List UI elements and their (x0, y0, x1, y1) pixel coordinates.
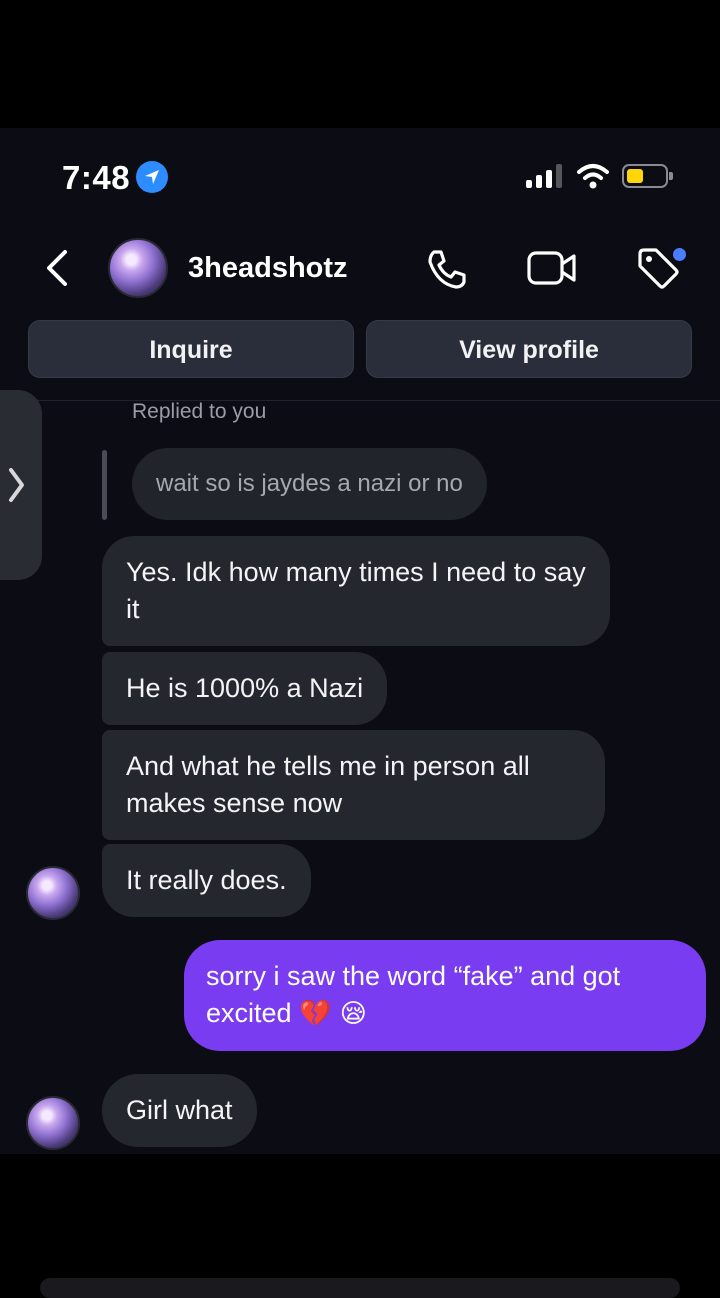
sender-avatar[interactable] (26, 1096, 80, 1150)
chat-header: 3headshotz (0, 228, 720, 318)
chat-screen: 7:48 3headshotz Inquire View profile Rep… (0, 128, 720, 1154)
notification-dot (671, 246, 688, 263)
next-screen-edge (40, 1278, 680, 1298)
phone-icon[interactable] (424, 246, 470, 292)
location-arrow-icon (136, 161, 168, 193)
message-bubble[interactable]: And what he tells me in person all makes… (102, 730, 605, 840)
outgoing-message-text: sorry i saw the word “fake” and got exci… (206, 961, 621, 1028)
signal-icon (526, 164, 566, 188)
video-camera-icon[interactable] (526, 248, 578, 288)
status-bar: 7:48 (0, 128, 720, 228)
message-bubble[interactable]: It really does. (102, 844, 311, 917)
back-chevron-icon[interactable] (38, 246, 78, 290)
replied-label: Replied to you (132, 400, 267, 423)
side-drawer-tab[interactable] (0, 390, 42, 580)
outgoing-message-bubble[interactable]: sorry i saw the word “fake” and got exci… (184, 940, 706, 1051)
message-bubble[interactable]: Girl what (102, 1074, 257, 1147)
avatar[interactable] (108, 238, 168, 298)
message-bubble[interactable]: Yes. Idk how many times I need to say it (102, 536, 610, 646)
inquire-button[interactable]: Inquire (28, 320, 354, 378)
header-divider (0, 400, 720, 401)
view-profile-button[interactable]: View profile (366, 320, 692, 378)
wifi-icon (577, 164, 609, 189)
message-bubble[interactable]: He is 1000% a Nazi (102, 652, 388, 725)
status-time: 7:48 (62, 159, 131, 196)
chevron-right-icon (9, 468, 24, 502)
battery-icon (622, 164, 673, 188)
tag-button[interactable] (634, 244, 688, 294)
message-emoji: 💔 😪 (299, 999, 367, 1029)
sender-avatar[interactable] (26, 866, 80, 920)
reply-indicator-bar (102, 450, 107, 520)
quoted-message[interactable]: wait so is jaydes a nazi or no (132, 448, 487, 520)
contact-username[interactable]: 3headshotz (188, 252, 348, 285)
